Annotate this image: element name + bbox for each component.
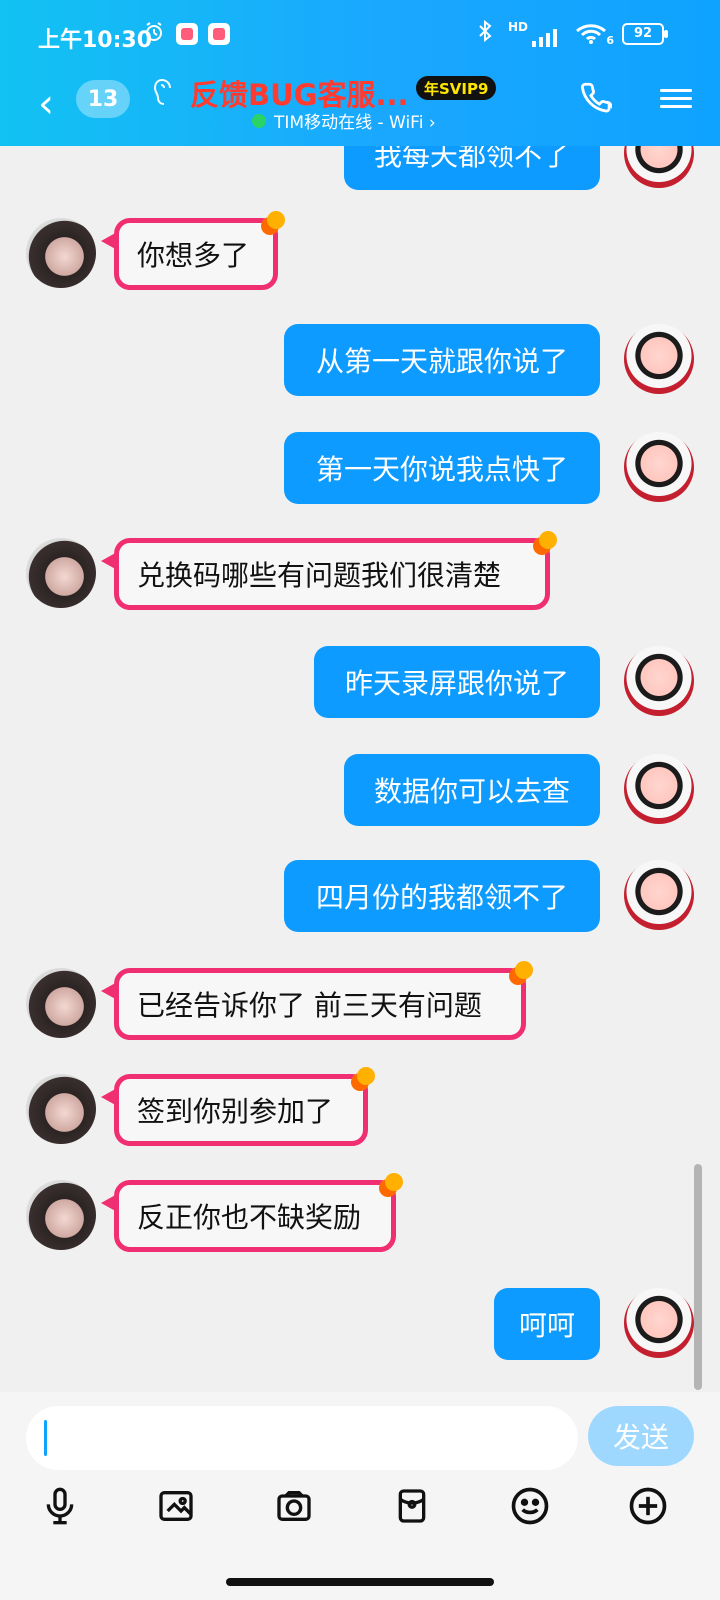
status-time: 上午10:30 [38, 28, 153, 53]
online-status[interactable]: TIM移动在线 - WiFi › [252, 108, 436, 133]
plus-icon [626, 1484, 670, 1532]
message-text: 你想多了 [137, 239, 250, 272]
camera-button[interactable] [272, 1486, 316, 1530]
message-input[interactable] [26, 1406, 578, 1470]
message-row: 你想多了 [0, 211, 720, 308]
message-bubble[interactable]: 昨天录屏跟你说了 [314, 646, 600, 718]
more-menu-button[interactable] [660, 84, 692, 110]
emoji-icon [508, 1484, 552, 1532]
bluetooth-icon [476, 19, 494, 47]
message-text: 四月份的我都领不了 [315, 881, 568, 914]
message-row: 反正你也不缺奖励 [0, 1173, 720, 1270]
cell-signal-icon [532, 28, 557, 47]
camera-icon [272, 1486, 316, 1530]
message-row: 兑换码哪些有问题我们很清楚 [0, 531, 720, 628]
my-avatar[interactable] [624, 146, 694, 188]
message-row: 签到你别参加了 [0, 1067, 720, 1164]
message-text: 数据你可以去查 [373, 775, 570, 808]
status-right-icons: HD 6 92 [476, 19, 668, 47]
battery-level: 92 [633, 26, 653, 41]
message-text: 签到你别参加了 [137, 1095, 334, 1128]
my-avatar[interactable] [624, 754, 694, 824]
message-row: 已经告诉你了 前三天有问题 [0, 961, 720, 1058]
online-dot [252, 113, 266, 128]
contact-avatar[interactable] [26, 538, 96, 608]
message-row: 四月份的我都领不了 [0, 860, 720, 950]
message-row: 第一天你说我点快了 [0, 432, 720, 522]
emoji-button[interactable] [508, 1486, 552, 1530]
composer-tools [0, 1478, 720, 1548]
my-avatar[interactable] [624, 646, 694, 716]
app-notification-icon [176, 23, 198, 45]
chevron-left-icon: ‹ [38, 81, 54, 127]
contact-avatar[interactable] [26, 1180, 96, 1250]
my-avatar[interactable] [624, 860, 694, 930]
message-bubble[interactable]: 兑换码哪些有问题我们很清楚 [101, 531, 557, 610]
chat-messages[interactable]: 我每天都领不了 你想多了 从第一天就跟你说了 第一天你说我点快了 兑换码哪些有问… [0, 146, 720, 1408]
message-bubble[interactable]: 四月份的我都领不了 [284, 860, 600, 932]
message-row: 昨天录屏跟你说了 [0, 646, 720, 736]
message-bubble[interactable]: 你想多了 [101, 211, 285, 290]
image-icon [154, 1486, 198, 1530]
message-bubble[interactable]: 呵呵 [494, 1288, 600, 1360]
voice-button[interactable] [38, 1486, 82, 1530]
menu-icon-line-1 [660, 89, 692, 92]
svip-badge: 年SVIP9 [416, 76, 497, 100]
hd-label: HD [507, 19, 528, 34]
alarm-icon [142, 20, 166, 48]
my-avatar[interactable] [624, 432, 694, 502]
message-text: 已经告诉你了 前三天有问题 [137, 989, 482, 1022]
message-text: 我每天都领不了 [373, 146, 570, 172]
contact-avatar[interactable] [26, 1074, 96, 1144]
send-button[interactable]: 发送 [588, 1406, 694, 1466]
message-row: 从第一天就跟你说了 [0, 324, 720, 414]
message-text: 呵呵 [518, 1309, 575, 1342]
status-left-icons [142, 20, 230, 48]
unread-count: 13 [87, 86, 119, 112]
status-bar: 上午10:30 HD 6 92 [0, 0, 720, 72]
message-bubble[interactable]: 数据你可以去查 [344, 754, 600, 826]
menu-icon-line-2 [660, 97, 692, 100]
battery-indicator: 92 [622, 22, 668, 45]
image-button[interactable] [154, 1486, 198, 1530]
ear-icon [153, 78, 176, 115]
message-text: 反正你也不缺奖励 [137, 1201, 362, 1234]
message-bubble[interactable]: 第一天你说我点快了 [284, 432, 600, 504]
contact-avatar[interactable] [26, 218, 96, 288]
message-bubble[interactable]: 签到你别参加了 [101, 1067, 375, 1146]
message-text: 从第一天就跟你说了 [315, 345, 568, 378]
message-bubble[interactable]: 已经告诉你了 前三天有问题 [101, 961, 533, 1040]
top-bar: 上午10:30 HD 6 92 ‹ 13 反馈BUG客服... 年SVIP9 T… [0, 0, 720, 146]
more-tools-button[interactable] [626, 1486, 670, 1530]
message-text: 昨天录屏跟你说了 [344, 667, 569, 700]
red-packet-button[interactable] [390, 1486, 434, 1530]
message-bubble[interactable]: 我每天都领不了 [344, 146, 600, 190]
menu-icon-line-3 [660, 105, 692, 108]
message-row: 数据你可以去查 [0, 754, 720, 844]
wifi-icon: 6 [574, 23, 614, 47]
my-avatar[interactable] [624, 1288, 694, 1358]
contact-avatar[interactable] [26, 968, 96, 1038]
message-text: 第一天你说我点快了 [315, 453, 568, 486]
chat-scrollbar[interactable] [694, 1164, 702, 1390]
app-notification-icon-2 [208, 23, 230, 45]
message-row: 我每天都领不了 [0, 146, 720, 198]
message-bubble[interactable]: 从第一天就跟你说了 [284, 324, 600, 396]
unread-count-badge[interactable]: 13 [76, 80, 130, 118]
call-button[interactable] [578, 80, 613, 118]
microphone-icon [40, 1486, 80, 1530]
message-text: 兑换码哪些有问题我们很清楚 [137, 559, 502, 592]
chat-header: ‹ 13 反馈BUG客服... 年SVIP9 TIM移动在线 - WiFi › [0, 72, 720, 146]
back-button[interactable]: ‹ [38, 84, 54, 124]
my-avatar[interactable] [624, 324, 694, 394]
wifi-band-label: 6 [606, 33, 614, 47]
text-cursor [44, 1420, 47, 1456]
red-packet-icon [392, 1486, 432, 1530]
message-row: 呵呵 [0, 1288, 720, 1378]
online-status-text: TIM移动在线 - WiFi › [274, 113, 436, 133]
hd-signal: HD [508, 21, 560, 47]
message-bubble[interactable]: 反正你也不缺奖励 [101, 1173, 403, 1252]
phone-icon [578, 82, 613, 118]
home-indicator[interactable] [226, 1578, 494, 1586]
